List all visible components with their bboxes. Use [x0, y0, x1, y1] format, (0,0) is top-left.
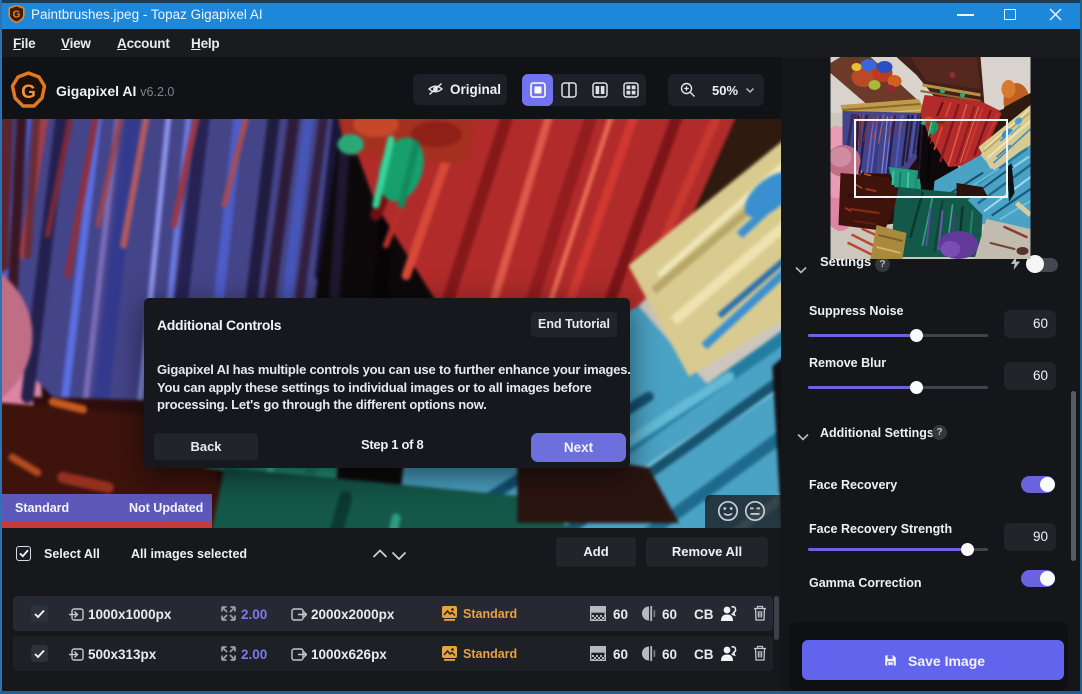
svg-text:G: G — [21, 82, 36, 103]
svg-text:G: G — [13, 10, 21, 21]
